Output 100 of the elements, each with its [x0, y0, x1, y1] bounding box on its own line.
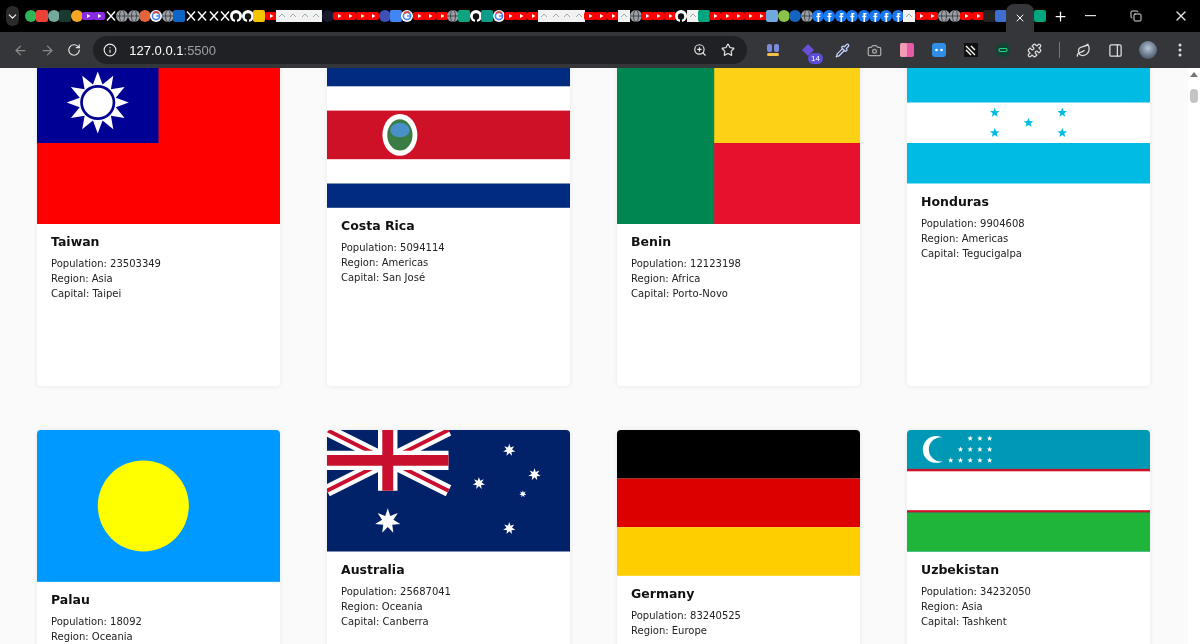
play-icon[interactable] — [652, 10, 665, 22]
x-mark-icon[interactable] — [207, 10, 220, 22]
play-icon[interactable] — [515, 10, 528, 22]
play-icon[interactable] — [663, 10, 676, 22]
globe-icon[interactable] — [948, 10, 961, 22]
globe-icon[interactable] — [800, 10, 813, 22]
play-icon[interactable] — [424, 10, 437, 22]
f-logo-icon[interactable] — [823, 10, 836, 22]
square-icon[interactable] — [481, 10, 494, 22]
circle-icon[interactable] — [25, 10, 37, 22]
robot-icon — [931, 42, 947, 58]
globe-icon[interactable] — [447, 10, 460, 22]
country-card[interactable]: Costa Rica Population: 5094114 Region: Americas Capital: San José — [327, 68, 570, 386]
play-icon[interactable] — [960, 10, 973, 22]
play-icon[interactable] — [606, 10, 619, 22]
country-detail: Population: 25687041 — [341, 584, 452, 599]
f-logo-icon[interactable] — [812, 10, 825, 22]
f-logo-icon[interactable] — [846, 10, 859, 22]
play-icon[interactable] — [926, 10, 939, 22]
square-icon[interactable] — [766, 10, 779, 22]
play-icon[interactable] — [743, 10, 756, 22]
x-mark-icon[interactable] — [196, 10, 209, 22]
play-icon[interactable] — [755, 10, 767, 22]
country-detail: Capital: San José — [341, 270, 427, 285]
play-icon[interactable] — [640, 10, 653, 22]
x-mark-icon[interactable] — [184, 10, 197, 22]
restore-icon — [1129, 10, 1142, 22]
g-icon[interactable] — [150, 10, 163, 22]
g-icon[interactable] — [492, 10, 505, 22]
play-icon[interactable] — [344, 10, 357, 22]
country-card[interactable]: Uzbekistan Population: 34232050 Region: Asia Capital: Tashkent — [907, 430, 1150, 644]
play-icon[interactable] — [971, 10, 984, 22]
play-icon[interactable] — [355, 10, 368, 22]
eyedropper-icon — [835, 42, 851, 58]
country-card[interactable]: Benin Population: 12123198 Region: Africa Capital: Porto-Novo — [617, 68, 860, 386]
country-detail: Region: Asia — [51, 272, 114, 286]
page-icon[interactable] — [903, 10, 916, 22]
play-icon[interactable] — [595, 10, 608, 22]
country-card[interactable]: Germany Population: 83240525 Region: Europe — [617, 430, 860, 644]
play-icon[interactable] — [732, 10, 745, 22]
f-logo-icon[interactable] — [869, 10, 882, 22]
scrollbar-thumb[interactable] — [1190, 89, 1198, 103]
page-icon[interactable] — [310, 10, 323, 22]
country-card[interactable]: Taiwan Population: 23503349 Region: Asia Capital: Taipei — [37, 68, 280, 386]
country-detail: Region: Europe — [631, 623, 708, 638]
play-icon[interactable] — [435, 10, 448, 22]
square-icon[interactable] — [458, 10, 471, 22]
play-icon[interactable] — [720, 10, 733, 22]
globe-icon[interactable] — [116, 10, 129, 22]
country-detail: Capital: Tegucigalpa — [921, 246, 1023, 261]
circle-icon[interactable] — [777, 10, 790, 22]
country-detail: Population: 5094114 — [341, 240, 446, 255]
play-icon[interactable] — [412, 10, 425, 22]
f-logo-icon[interactable] — [891, 10, 904, 22]
x-mark-icon[interactable] — [104, 10, 117, 22]
play-icon[interactable] — [583, 10, 596, 22]
country-card[interactable]: Australia Population: 25687041 Region: Oceania Capital: Canberra — [327, 430, 570, 644]
play-icon[interactable] — [526, 10, 539, 22]
plus-icon — [1053, 8, 1068, 24]
country-name: Uzbekistan — [921, 561, 1001, 578]
x-mark-icon[interactable] — [218, 10, 231, 22]
play-icon[interactable] — [332, 10, 345, 22]
play-icon[interactable] — [93, 10, 106, 22]
g-icon[interactable] — [401, 10, 414, 22]
circle-icon[interactable] — [47, 10, 60, 22]
play-icon[interactable] — [82, 10, 95, 22]
tab-search-button[interactable] — [6, 6, 19, 26]
country-name: Palau — [51, 591, 91, 608]
country-name: Costa Rica — [341, 217, 416, 234]
circle-icon[interactable] — [70, 10, 83, 22]
browser-tab[interactable] — [1005, 4, 1034, 32]
f-logo-icon[interactable] — [880, 10, 893, 22]
square-icon[interactable] — [59, 10, 72, 22]
circle-icon[interactable] — [139, 10, 152, 22]
play-icon[interactable] — [914, 10, 927, 22]
square-icon[interactable] — [253, 10, 266, 22]
country-card[interactable]: Honduras Population: 9904608 Region: Americas Capital: Tegucigalpa — [907, 68, 1150, 386]
play-icon[interactable] — [367, 10, 380, 22]
play-icon[interactable] — [264, 10, 277, 22]
f-logo-icon[interactable] — [857, 10, 870, 22]
play-icon[interactable] — [709, 10, 722, 22]
globe-icon[interactable] — [937, 10, 950, 22]
play-icon[interactable] — [504, 10, 517, 22]
circle-icon[interactable] — [321, 10, 334, 22]
square-icon[interactable] — [390, 10, 402, 22]
address-bar[interactable]: 127.0.0.1:5500 — [93, 36, 747, 64]
country-name: Germany — [631, 585, 696, 602]
globe-icon[interactable] — [629, 10, 642, 22]
square-icon[interactable] — [36, 10, 49, 22]
country-card[interactable]: Palau Population: 18092 Region: Oceania — [37, 430, 280, 644]
country-detail: Region: Africa — [631, 272, 702, 286]
extension-button[interactable]: 14 — [793, 36, 823, 64]
link-icon — [995, 42, 1011, 58]
f-logo-icon[interactable] — [834, 10, 847, 22]
scroll-up-icon[interactable] — [1190, 72, 1198, 77]
globe-icon[interactable] — [161, 10, 174, 22]
globe-icon[interactable] — [127, 10, 140, 22]
country-name: Honduras — [921, 193, 990, 210]
page-icon[interactable] — [618, 10, 631, 22]
page-icon[interactable] — [686, 10, 699, 22]
